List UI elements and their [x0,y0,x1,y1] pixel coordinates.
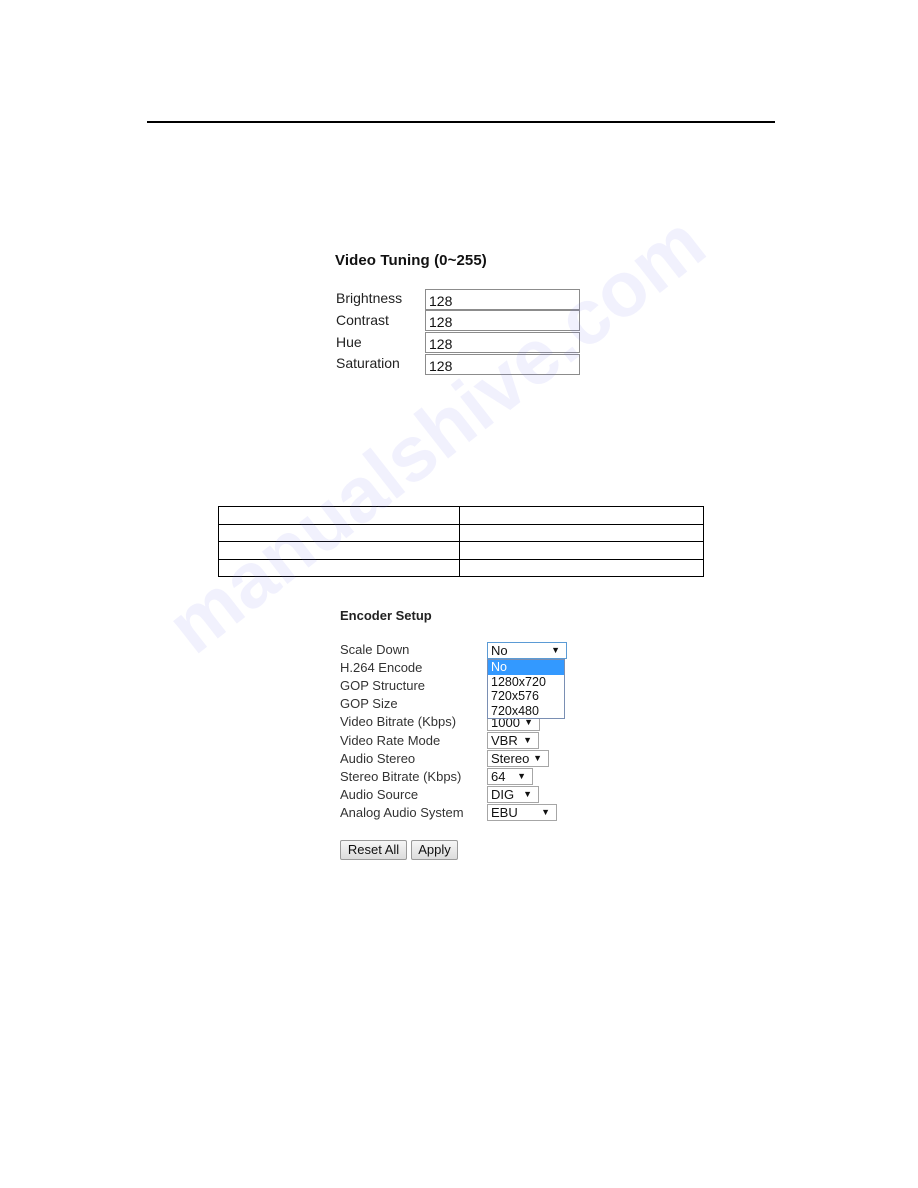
reset-all-button[interactable]: Reset All [340,840,407,860]
chevron-down-icon: ▼ [551,645,560,655]
scale-down-label: Scale Down [340,642,410,657]
chevron-down-icon: ▼ [541,807,550,817]
apply-button[interactable]: Apply [411,840,458,860]
table-cell [459,506,704,525]
audio-stereo-value: Stereo [491,751,530,766]
brightness-label: Brightness [336,290,403,306]
scale-down-dropdown-list: No 1280x720 720x576 720x480 [487,659,565,719]
table-cell [459,541,704,560]
brightness-input[interactable] [425,289,580,310]
chevron-down-icon: ▼ [517,771,526,781]
audio-stereo-select[interactable]: Stereo ▼ [487,750,549,767]
video-rate-mode-value: VBR [491,733,518,748]
contrast-label: Contrast [336,312,389,328]
audio-source-label: Audio Source [340,787,419,802]
table-row [218,558,704,577]
table-cell [218,558,460,577]
table-cell [218,541,460,560]
chevron-down-icon: ▼ [523,789,532,799]
analog-audio-system-value: EBU [491,805,518,820]
table-cell [459,558,704,577]
table-row [218,541,704,560]
video-rate-mode-select[interactable]: VBR ▼ [487,732,539,749]
header-rule [147,121,775,123]
h264-encode-label: H.264 Encode [340,660,423,675]
table-cell [218,506,460,525]
contrast-input[interactable] [425,310,580,331]
video-bitrate-label: Video Bitrate (Kbps) [340,714,457,729]
video-tuning-title: Video Tuning (0~255) [335,252,487,269]
chevron-down-icon: ▼ [523,735,532,745]
stereo-bitrate-value: 64 [491,769,506,784]
analog-audio-system-label: Analog Audio System [340,805,464,820]
hue-input[interactable] [425,332,580,353]
video-rate-mode-label: Video Rate Mode [340,733,441,748]
chevron-down-icon: ▼ [533,753,542,763]
audio-source-value: DIG [491,787,515,802]
saturation-input[interactable] [425,354,580,375]
encoder-setup-title: Encoder Setup [340,608,432,623]
table-row [218,506,704,525]
gop-size-label: GOP Size [340,696,398,711]
audio-source-select[interactable]: DIG ▼ [487,786,539,803]
stereo-bitrate-select[interactable]: 64 ▼ [487,768,533,785]
audio-stereo-label: Audio Stereo [340,751,416,766]
table-cell [218,523,460,542]
empty-table [218,506,704,577]
scale-down-value: No [491,643,508,658]
scale-down-select[interactable]: No ▼ [487,642,567,659]
dropdown-option-720x576[interactable]: 720x576 [488,689,564,704]
dropdown-option-1280x720[interactable]: 1280x720 [488,675,564,690]
saturation-label: Saturation [336,355,400,371]
hue-label: Hue [336,334,362,350]
dropdown-option-no[interactable]: No [488,660,564,675]
stereo-bitrate-label: Stereo Bitrate (Kbps) [340,769,462,784]
dropdown-option-720x480[interactable]: 720x480 [488,704,564,719]
table-cell [459,523,704,542]
table-row [218,523,704,542]
analog-audio-system-select[interactable]: EBU ▼ [487,804,557,821]
gop-structure-label: GOP Structure [340,678,426,693]
